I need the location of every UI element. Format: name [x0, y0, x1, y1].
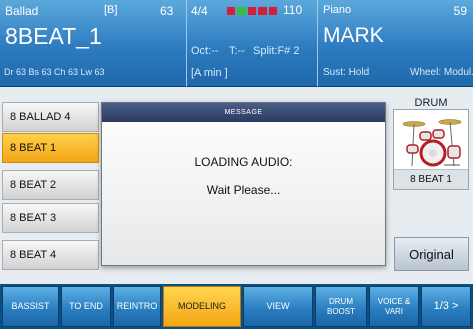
- list-item-8-ballad-4[interactable]: 8 BALLAD 4: [2, 102, 99, 132]
- beat-led: [247, 7, 257, 15]
- voice-number: 59: [453, 4, 467, 18]
- view-button[interactable]: VIEW: [243, 286, 313, 327]
- to-end-button[interactable]: TO END: [61, 286, 111, 327]
- drum-kit-icon: [402, 119, 462, 167]
- screen: Ballad [B] 63 8BEAT_1 Dr 63 Bs 63 Ch 63 …: [0, 0, 473, 329]
- time-signature: 4/4: [191, 4, 208, 18]
- style-number: 63: [160, 4, 174, 18]
- page-next-button[interactable]: 1/3 >: [421, 286, 471, 327]
- drum-kit-card[interactable]: 8 BEAT 1: [393, 109, 469, 190]
- beat-led: [258, 7, 267, 15]
- drum-boost-button[interactable]: DRUM BOOST: [315, 286, 367, 327]
- beat-led: [227, 7, 236, 15]
- beat-led: [268, 7, 278, 15]
- beat-indicator: [227, 7, 278, 15]
- voice-header[interactable]: Piano 59 MARK Sust: Hold Wheel: Modul.: [318, 0, 473, 87]
- transpose-value: T:--: [229, 45, 245, 57]
- drum-kit-name: 8 BEAT 1: [394, 169, 468, 189]
- tempo-value: 110: [283, 3, 303, 17]
- part-volumes: Dr 63 Bs 63 Ch 63 Lw 63: [4, 67, 105, 77]
- style-category: Ballad: [5, 4, 39, 18]
- voice-vari-button[interactable]: VOICE & VARI: [369, 286, 419, 327]
- octave-value: Oct:--: [191, 45, 219, 57]
- chord-display: [A min ]: [191, 67, 228, 79]
- dialog-message-line-1: LOADING AUDIO:: [194, 155, 293, 169]
- voice-name: MARK: [323, 24, 384, 47]
- dialog-message-line-2: Wait Please...: [206, 183, 281, 197]
- tempo-header[interactable]: 4/4 110 Oct:-- T:-- Split:F# 2 [A min ]: [187, 0, 318, 87]
- sustain-mode: Sust: Hold: [323, 67, 370, 78]
- wheel-mode: Wheel: Modul.: [410, 67, 473, 78]
- style-name: 8BEAT_1: [5, 23, 102, 49]
- list-item-8-beat-1[interactable]: 8 BEAT 1: [2, 133, 99, 163]
- style-header[interactable]: Ballad [B] 63 8BEAT_1 Dr 63 Bs 63 Ch 63 …: [0, 0, 187, 87]
- modeling-button[interactable]: MODELING: [163, 286, 241, 327]
- reintro-button[interactable]: REINTRO: [113, 286, 161, 327]
- message-dialog: MESSAGE LOADING AUDIO: Wait Please...: [101, 102, 386, 266]
- style-bank: [B]: [104, 4, 118, 16]
- voice-category: Piano: [323, 4, 352, 16]
- drum-panel-title: DRUM: [414, 97, 448, 109]
- list-item-8-beat-3[interactable]: 8 BEAT 3: [2, 203, 99, 233]
- bassist-button[interactable]: BASSIST: [2, 286, 59, 327]
- split-value: Split:F# 2: [253, 45, 300, 57]
- dialog-title: MESSAGE: [102, 103, 385, 122]
- list-item-8-beat-2[interactable]: 8 BEAT 2: [2, 170, 99, 200]
- list-item-8-beat-4[interactable]: 8 BEAT 4: [2, 240, 99, 270]
- original-button[interactable]: Original: [394, 237, 469, 271]
- beat-led: [237, 7, 246, 15]
